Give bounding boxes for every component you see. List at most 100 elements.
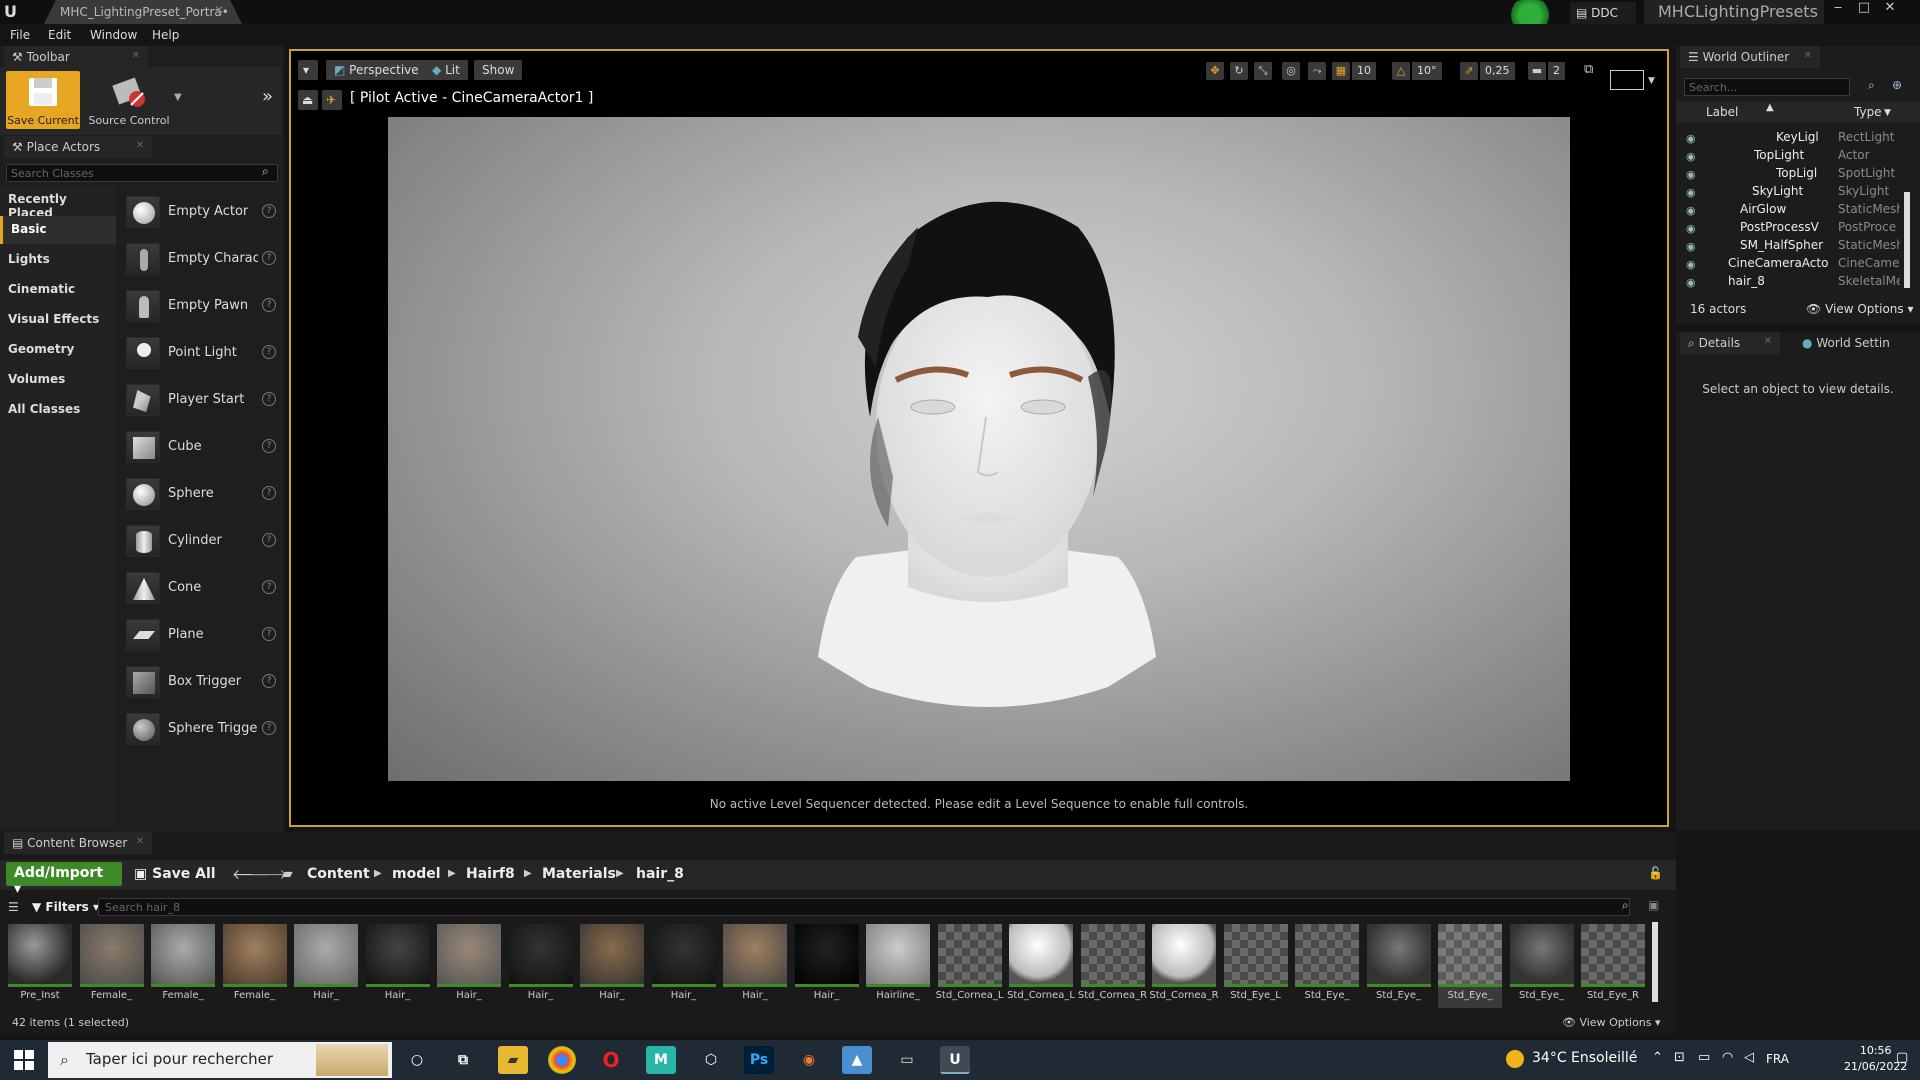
pin-icon[interactable]: ⊕ xyxy=(1892,78,1902,92)
notifications-icon[interactable]: ▢ xyxy=(1896,1050,1908,1065)
eye-icon[interactable]: ◉ xyxy=(1686,240,1696,253)
chevron-up-icon[interactable]: ⌃ xyxy=(1652,1050,1663,1065)
actor-cylinder[interactable]: Cylinder? xyxy=(124,521,280,561)
viewport-scene[interactable] xyxy=(388,117,1570,781)
chevron-right-icon[interactable]: ▶ xyxy=(374,868,382,879)
breadcrumb-model[interactable]: model xyxy=(392,866,441,882)
category-cinematic[interactable]: Cinematic xyxy=(0,276,116,304)
menu-help[interactable]: Help xyxy=(152,28,179,42)
actor-cone[interactable]: Cone? xyxy=(124,568,280,608)
language-indicator[interactable]: FRA xyxy=(1766,1052,1789,1066)
lock-icon[interactable]: 🔓 xyxy=(1648,866,1663,880)
eye-icon[interactable]: ◉ xyxy=(1686,132,1696,145)
eject-icon[interactable]: ⏏ xyxy=(298,90,318,110)
close-icon[interactable]: ✕ xyxy=(136,836,144,847)
save-all-button[interactable]: ▣ Save All xyxy=(134,866,216,882)
breadcrumb-hair8[interactable]: hair_8 xyxy=(636,866,684,882)
save-search-icon[interactable]: ▣ xyxy=(1648,898,1659,912)
show-button[interactable]: Show xyxy=(474,60,523,80)
actor-empty-pawn[interactable]: Empty Pawn? xyxy=(124,286,280,326)
actor-plane[interactable]: Plane? xyxy=(124,615,280,655)
asset-tile[interactable]: Std_Cornea_L xyxy=(936,924,1003,1008)
translate-icon[interactable]: ✥ xyxy=(1206,62,1224,80)
outliner-view-options[interactable]: 👁 View Options ▾ xyxy=(1806,302,1914,316)
close-icon[interactable]: ✕ xyxy=(132,50,140,61)
asset-tile[interactable]: Hair_ xyxy=(794,924,859,1008)
label-column-header[interactable]: Label xyxy=(1706,105,1738,119)
expand-toolbar-icon[interactable]: » xyxy=(262,86,273,107)
help-icon[interactable]: ? xyxy=(262,580,276,594)
app-window-icon[interactable]: ▭ xyxy=(892,1046,922,1074)
outliner-row[interactable]: ◉ CineCameraActo CineCame xyxy=(1676,256,1902,274)
category-visual-effects[interactable]: Visual Effects xyxy=(0,306,116,334)
breadcrumb-hairf8[interactable]: Hairf8 xyxy=(466,866,515,882)
chevron-right-icon[interactable]: ▶ xyxy=(616,868,624,879)
filters-button[interactable]: ▼ Filters ▾ xyxy=(32,900,99,914)
asset-tile[interactable]: Std_Eye_R xyxy=(1581,924,1645,1008)
grid-snap-icon[interactable]: ▦ xyxy=(1332,62,1350,80)
actor-cube[interactable]: Cube? xyxy=(124,427,280,467)
chevron-down-icon[interactable]: ▼ xyxy=(1648,76,1655,86)
asset-scrollbar[interactable] xyxy=(1652,922,1658,1002)
asset-tile[interactable]: Female_ xyxy=(151,924,215,1008)
outliner-row[interactable]: ◉ TopLight Actor xyxy=(1676,148,1902,166)
minimize-button[interactable]: ‒ xyxy=(1826,0,1850,22)
scale-icon[interactable]: ⤡ xyxy=(1254,62,1272,80)
actor-player-start[interactable]: Player Start? xyxy=(124,380,280,420)
asset-tile[interactable]: Pre_Inst xyxy=(8,924,72,1008)
document-tab[interactable]: MHC_LightingPreset_Portra• xyxy=(44,0,242,24)
category-recently-placed[interactable]: Recently Placed xyxy=(0,186,116,220)
close-window-button[interactable]: ✕ xyxy=(1878,0,1902,22)
volume-icon[interactable]: ◁ xyxy=(1744,1050,1754,1065)
close-icon[interactable]: ✕ xyxy=(136,140,144,151)
category-lights[interactable]: Lights xyxy=(0,246,116,274)
asset-tile[interactable]: Female_ xyxy=(222,924,287,1008)
type-column-header[interactable]: Type xyxy=(1854,105,1882,119)
scale-snap-value[interactable]: 0,25 xyxy=(1480,62,1515,80)
asset-tile[interactable]: Std_Cornea_R xyxy=(1149,924,1219,1008)
chrome-icon[interactable] xyxy=(548,1046,576,1074)
cortana-icon[interactable]: ○ xyxy=(402,1046,432,1074)
maya-icon[interactable]: M xyxy=(646,1046,676,1074)
search-classes-input[interactable]: Search Classes xyxy=(6,164,278,182)
help-icon[interactable]: ? xyxy=(262,251,276,265)
perspective-button[interactable]: ◩ Perspective xyxy=(326,60,427,80)
category-volumes[interactable]: Volumes xyxy=(0,366,116,394)
chevron-down-icon[interactable]: ▼ xyxy=(174,92,182,103)
outliner-row[interactable]: ◉ PostProcessV PostProce xyxy=(1676,220,1902,238)
chevron-right-icon[interactable]: ▶ xyxy=(448,868,456,879)
help-icon[interactable]: ? xyxy=(262,533,276,547)
asset-tile[interactable]: Std_Eye_L xyxy=(1223,924,1288,1008)
meet-now-icon[interactable]: ⊡ xyxy=(1674,1050,1685,1065)
asset-tile[interactable]: Hair_ xyxy=(508,924,573,1008)
content-search-input[interactable]: Search hair_8 xyxy=(98,898,1630,916)
eye-icon[interactable]: ◉ xyxy=(1686,258,1696,271)
help-icon[interactable]: ? xyxy=(262,627,276,641)
details-tab[interactable]: ⌕ Details ✕ xyxy=(1680,332,1780,354)
asset-tile[interactable]: Female_ xyxy=(79,924,144,1008)
close-icon[interactable]: ✕ xyxy=(1764,336,1772,347)
asset-tile[interactable]: Std_Cornea_R xyxy=(1078,924,1147,1008)
eye-icon[interactable]: ◉ xyxy=(1686,276,1696,289)
eye-icon[interactable]: ◉ xyxy=(1686,222,1696,235)
world-outliner-tab[interactable]: ☰ World Outliner ✕ xyxy=(1680,46,1820,68)
help-icon[interactable]: ? xyxy=(262,486,276,500)
surface-snap-icon[interactable]: ⤳ xyxy=(1308,62,1326,80)
eye-icon[interactable]: ◉ xyxy=(1686,186,1696,199)
outliner-row[interactable]: ◉ hair_8 SkeletalMe xyxy=(1676,274,1902,292)
eye-icon[interactable]: ◉ xyxy=(1686,168,1696,181)
rotate-icon[interactable]: ↻ xyxy=(1230,62,1248,80)
help-icon[interactable]: ? xyxy=(262,298,276,312)
actor-point-light[interactable]: Point Light? xyxy=(124,333,280,373)
asset-tile[interactable]: Hair_ xyxy=(437,924,501,1008)
outliner-row[interactable]: ◉ SM_HalfSpher StaticMesh xyxy=(1676,238,1902,256)
asset-tile[interactable]: Hair_ xyxy=(723,924,787,1008)
3d-cube-icon[interactable]: ⬡ xyxy=(696,1046,726,1074)
opera-icon[interactable]: O xyxy=(596,1046,626,1074)
world-settings-tab[interactable]: ● World Settin xyxy=(1794,332,1916,354)
maximize-viewport-icon[interactable]: ⧉ xyxy=(1584,62,1593,77)
asset-tile[interactable]: Hairline_ xyxy=(866,924,930,1008)
scale-snap-icon[interactable]: ⇗ xyxy=(1460,62,1478,80)
windows-start-icon[interactable] xyxy=(14,1050,34,1070)
breadcrumb-materials[interactable]: Materials xyxy=(542,866,616,882)
